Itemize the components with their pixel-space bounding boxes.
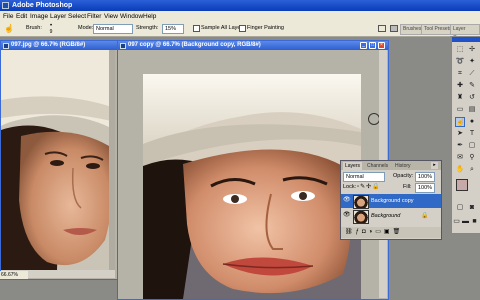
palette-toggle-icon[interactable]	[390, 25, 398, 32]
clone-stamp-tool-icon[interactable]: ♜	[455, 93, 465, 103]
minimize-button[interactable]: _	[360, 42, 367, 49]
layers-palette: Layers Channels History ▸ Normal Opacity…	[340, 160, 442, 240]
add-mask-icon[interactable]: ◘	[362, 229, 369, 235]
maximize-button[interactable]: □	[369, 42, 376, 49]
well-tab-layer-comps[interactable]: Layer Comps	[450, 24, 480, 41]
layers-palette-footer: ⛓ƒ◘◑▭▣🗑	[341, 227, 441, 238]
screen-mode-full-icon[interactable]: ■	[470, 217, 479, 227]
brush-size: 9	[49, 29, 53, 35]
path-selection-tool-icon[interactable]: ➤	[455, 129, 465, 139]
menu-filter[interactable]: Filter	[87, 11, 101, 22]
strength-label: Strength:	[136, 25, 159, 31]
mode-select[interactable]: Normal	[93, 24, 133, 34]
brush-label: Brush:	[26, 25, 42, 31]
new-layer-icon[interactable]: ▣	[384, 229, 393, 235]
visibility-eye-icon[interactable]: 👁	[343, 212, 351, 218]
document-window-original[interactable]: 097.jpg @ 66.7% (RGB/8#)	[0, 40, 124, 280]
photo-liquified	[143, 74, 361, 299]
foreground-color-swatch[interactable]	[456, 179, 468, 191]
sample-all-layers-checkbox[interactable]	[193, 25, 200, 32]
menu-select[interactable]: Select	[68, 11, 86, 22]
type-tool-icon[interactable]: T	[467, 129, 477, 139]
magic-wand-tool-icon[interactable]: ✦	[467, 57, 477, 67]
close-button[interactable]: ×	[378, 42, 385, 49]
layer-name: Background copy	[371, 198, 414, 204]
layer-row-background[interactable]: 👁 Background 🔒	[341, 209, 441, 224]
link-layers-icon[interactable]: ⛓	[345, 229, 356, 235]
tools-panel: ⬚ ✢ ➰ ✦ ⌗ ⟋ ✚ ✎ ♜ ↺ ▭ ▤ ☝ ● ➤ T ✒ ▢ ✉ ⚲ …	[451, 36, 480, 234]
layer-thumbnail	[353, 195, 369, 209]
document-title-bar[interactable]: 097 copy @ 66.7% (Background copy, RGB/8…	[118, 41, 388, 50]
layer-name: Background	[371, 213, 401, 219]
marquee-tool-icon[interactable]: ⬚	[455, 45, 465, 55]
screen-mode-standard-icon[interactable]: ▭	[452, 217, 461, 227]
shape-tool-icon[interactable]: ▢	[467, 141, 477, 151]
opacity-field[interactable]: 100%	[415, 172, 435, 182]
document-icon	[120, 42, 126, 49]
document-title: 097.jpg @ 66.7% (RGB/8#)	[11, 42, 86, 48]
healing-brush-tool-icon[interactable]: ✚	[455, 81, 465, 91]
tools-panel-grip[interactable]	[452, 37, 480, 42]
new-group-icon[interactable]: ▭	[375, 229, 384, 235]
layers-palette-tabs: Layers Channels History ▸	[341, 161, 441, 170]
document-icon	[3, 42, 9, 49]
history-brush-tool-icon[interactable]: ↺	[467, 93, 477, 103]
app-title-bar: Adobe Photoshop	[0, 0, 480, 11]
app-title: Adobe Photoshop	[12, 2, 73, 9]
smudge-tool-icon[interactable]: ☝	[455, 117, 465, 127]
lock-options-icons[interactable]: ▫✎✢🔒	[357, 184, 381, 191]
palette-menu-icon[interactable]: ▸	[431, 162, 438, 169]
menu-edit[interactable]: Edit	[16, 11, 27, 22]
crop-tool-icon[interactable]: ⌗	[455, 69, 465, 79]
eyedropper-tool-icon[interactable]: ⚲	[467, 153, 477, 163]
quick-mask-icon[interactable]: ◙	[467, 203, 477, 213]
menu-help[interactable]: Help	[143, 11, 156, 22]
brush-picker[interactable]: • 9	[46, 23, 56, 35]
screen-mode-menubar-icon[interactable]: ▬	[461, 217, 470, 227]
zoom-tool-icon[interactable]: ⌕	[467, 165, 477, 175]
pen-tool-icon[interactable]: ✒	[455, 141, 465, 151]
notes-tool-icon[interactable]: ✉	[455, 153, 465, 163]
finger-painting-label: Finger Painting	[247, 25, 284, 31]
document-title-bar[interactable]: 097.jpg @ 66.7% (RGB/8#)	[1, 41, 123, 50]
menu-view[interactable]: View	[104, 11, 118, 22]
gradient-tool-icon[interactable]: ▤	[467, 105, 477, 115]
fill-field[interactable]: 100%	[415, 183, 435, 193]
move-tool-icon[interactable]: ✢	[467, 45, 477, 55]
hand-tool-icon[interactable]: ✋	[455, 165, 465, 175]
slice-tool-icon[interactable]: ⟋	[467, 69, 477, 79]
eraser-tool-icon[interactable]: ▭	[455, 105, 465, 115]
zoom-level-field[interactable]: 66.67%	[0, 271, 28, 279]
fill-label: Fill:	[403, 184, 412, 190]
dodge-tool-icon[interactable]: ●	[467, 117, 477, 127]
menu-file[interactable]: File	[3, 11, 13, 22]
layer-lock-icon: 🔒	[421, 213, 429, 219]
strength-field[interactable]: 15%	[162, 24, 184, 34]
document-title: 097 copy @ 66.7% (Background copy, RGB/8…	[128, 42, 261, 48]
opacity-label: Opacity:	[393, 173, 414, 179]
photo-original	[1, 50, 115, 270]
visibility-eye-icon[interactable]: 👁	[343, 197, 351, 203]
photoshop-icon	[2, 2, 9, 9]
lock-label: Lock:	[343, 184, 357, 190]
tab-history[interactable]: History	[393, 162, 413, 170]
file-browser-icon[interactable]	[378, 25, 386, 32]
mode-label: Mode:	[78, 25, 94, 31]
palette-well: Brushes Tool Presets Layer Comps	[366, 22, 480, 41]
menu-layer[interactable]: Layer	[50, 11, 66, 22]
brush-tool-icon[interactable]: ✎	[467, 81, 477, 91]
blend-mode-select[interactable]: Normal	[343, 172, 385, 182]
standard-mode-icon[interactable]: ▢	[455, 203, 465, 213]
delete-layer-icon[interactable]: 🗑	[393, 229, 404, 235]
tab-channels[interactable]: Channels	[365, 162, 390, 170]
tab-layers[interactable]: Layers	[343, 162, 363, 170]
layer-thumbnail	[353, 210, 369, 224]
smudge-tool-preset-icon[interactable]: ☝	[4, 24, 14, 33]
finger-painting-checkbox[interactable]	[239, 25, 246, 32]
lasso-tool-icon[interactable]: ➰	[455, 57, 465, 67]
menu-window[interactable]: Window	[120, 11, 143, 22]
layer-row-background-copy[interactable]: 👁 Background copy	[341, 194, 441, 209]
menu-image[interactable]: Image	[30, 11, 48, 22]
